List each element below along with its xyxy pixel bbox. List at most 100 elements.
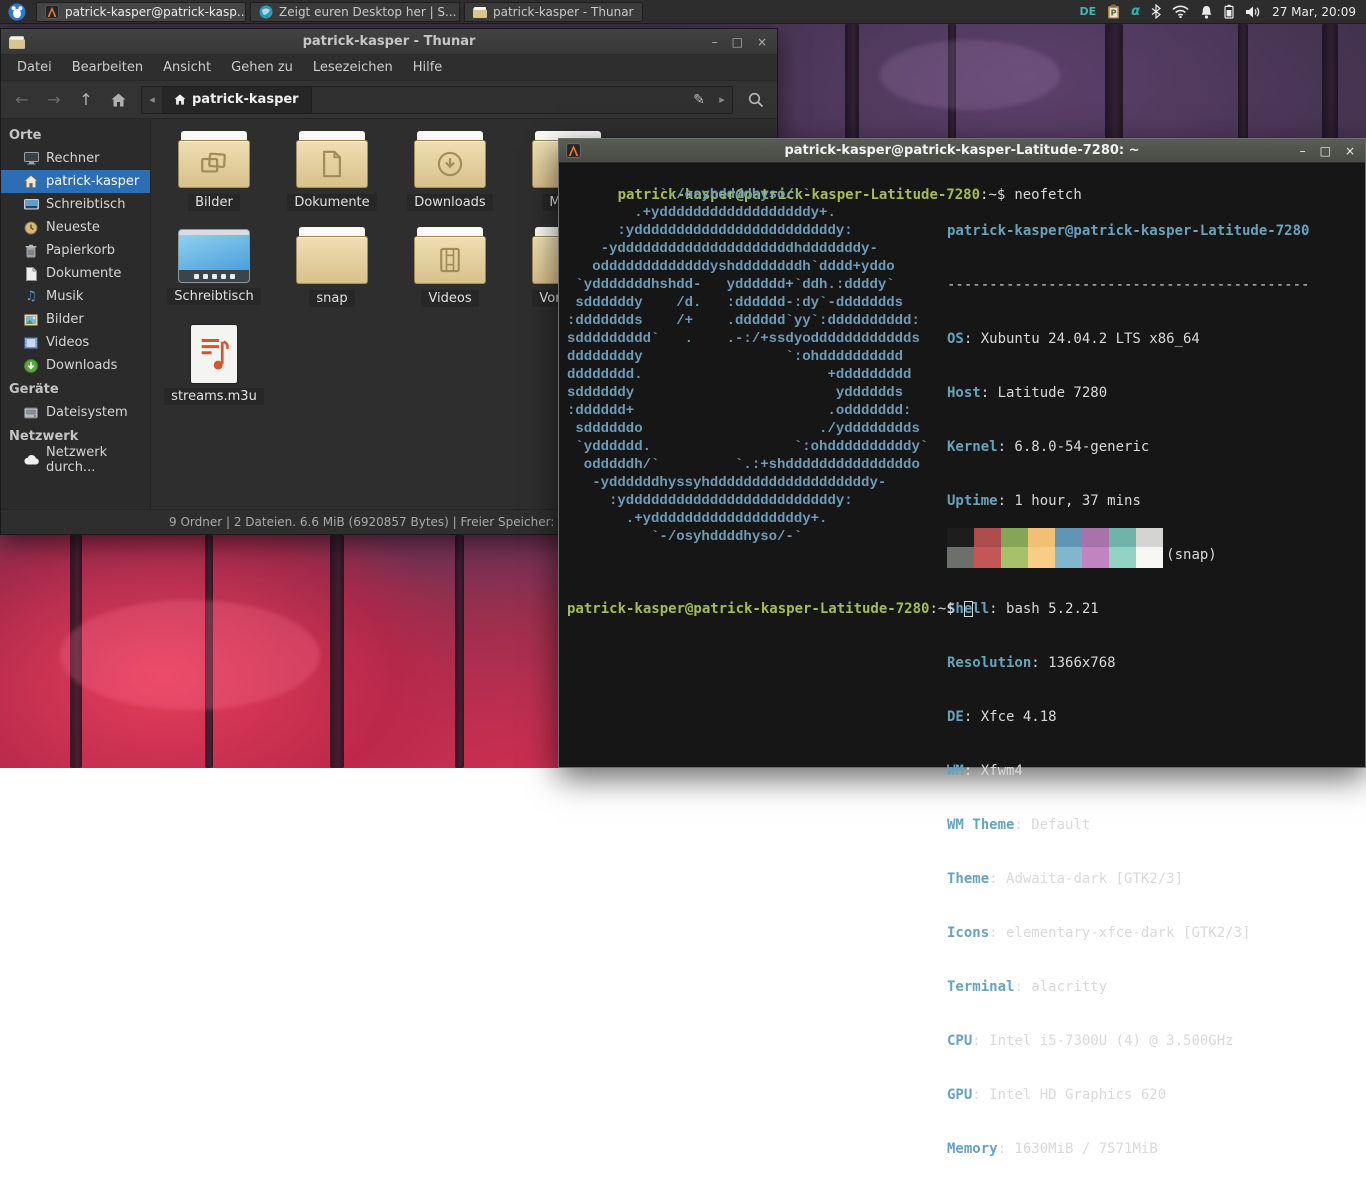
path-button-home[interactable]: patrick-kasper [162, 87, 312, 113]
folder-images-icon [177, 131, 251, 189]
prompt-suffix: :~$ [929, 600, 954, 618]
neofetch-info-row: Terminal: alacritty [947, 978, 1309, 996]
chevron-left-icon[interactable]: ◂ [142, 93, 162, 106]
file-label: Dokumente [287, 194, 376, 211]
sidebar-item-papierkorb[interactable]: Papierkorb [1, 239, 150, 262]
file-label: snap [309, 290, 354, 307]
file-item-dokumente[interactable]: Dokumente [273, 131, 391, 227]
maximize-icon[interactable]: □ [1320, 145, 1331, 157]
shell-prompt-line[interactable]: patrick-kasper@patrick-kasper-Latitude-7… [567, 600, 973, 618]
palette-color [1001, 547, 1028, 568]
sidebar-item-dokumente[interactable]: Dokumente [1, 262, 150, 285]
kdeconnect-icon[interactable]: α [1131, 4, 1140, 19]
terminal-cursor [964, 601, 973, 617]
menu-gehen-zu[interactable]: Gehen zu [221, 56, 303, 79]
thunar-titlebar[interactable]: patrick-kasper - Thunar – □ × [1, 29, 777, 55]
bluetooth-icon[interactable] [1151, 4, 1161, 19]
thunar-window-title: patrick-kasper - Thunar [1, 34, 777, 49]
palette-color [1136, 528, 1163, 547]
neofetch-info-row: WM Theme: Default [947, 816, 1309, 834]
wallpaper-tree [330, 535, 344, 768]
wallpaper-tree [1322, 24, 1338, 144]
minimize-icon[interactable]: – [1300, 145, 1306, 157]
keyboard-layout-indicator[interactable]: DE [1079, 5, 1096, 18]
menu-datei[interactable]: Datei [7, 56, 62, 79]
palette-color [1028, 547, 1055, 568]
taskbar-button-terminal[interactable]: patrick-kasper@patrick-kasp... [36, 2, 246, 22]
clipboard-manager-icon[interactable]: P [1107, 4, 1120, 19]
sidebar-item-neueste[interactable]: Neueste [1, 216, 150, 239]
forward-button[interactable]: → [39, 86, 69, 114]
neofetch-info-row: Shell: bash 5.2.21 [947, 600, 1309, 618]
panel-clock[interactable]: 27 Mar, 20:09 [1272, 5, 1356, 19]
taskbar-button-label: patrick-kasper - Thunar [493, 5, 634, 19]
taskbar-button-thunar[interactable]: patrick-kasper - Thunar [464, 2, 643, 22]
neofetch-info-row: Icons: elementary-xfce-dark [GTK2/3] [947, 924, 1309, 942]
terminal-titlebar[interactable]: patrick-kasper@patrick-kasper-Latitude-7… [559, 139, 1365, 163]
terminal-content[interactable]: patrick-kasper@patrick-kasper-Latitude-7… [559, 163, 1365, 767]
folder-documents-icon [295, 131, 369, 189]
sidebar-item-label: Netzwerk durch... [46, 445, 146, 475]
menu-ansicht[interactable]: Ansicht [153, 56, 221, 79]
maximize-icon[interactable]: □ [732, 36, 743, 48]
trash-icon [23, 243, 39, 259]
file-label: Downloads [407, 194, 492, 211]
sidebar-item-netzwerk[interactable]: Netzwerk durch... [1, 448, 150, 471]
sidebar-item-downloads[interactable]: Downloads [1, 354, 150, 377]
wallpaper-tree [1105, 24, 1123, 144]
folder-videos-icon [413, 227, 487, 285]
file-label: Bilder [188, 194, 240, 211]
edit-path-button[interactable]: ✎ [686, 92, 712, 108]
palette-row-normal [947, 528, 1163, 547]
back-arrow-icon: ← [15, 90, 28, 109]
download-icon [23, 358, 39, 374]
menu-lesezeichen[interactable]: Lesezeichen [303, 56, 403, 79]
neofetch-info-row: Uptime: 1 hour, 37 mins [947, 492, 1309, 510]
thunar-toolbar: ← → ↑ ◂ patrick-kasper ✎ ▸ [1, 81, 777, 119]
file-item-schreibtisch[interactable]: Schreibtisch [155, 227, 273, 323]
forward-arrow-icon: → [47, 90, 60, 109]
file-item-streams-m3u[interactable]: streams.m3u [155, 323, 273, 419]
terminal-window-title: patrick-kasper@patrick-kasper-Latitude-7… [559, 143, 1365, 158]
notification-bell-icon[interactable] [1200, 5, 1213, 19]
sidebar-item-rechner[interactable]: Rechner [1, 147, 150, 170]
applications-menu-button[interactable] [0, 0, 34, 24]
neofetch-info-block: patrick-kasper@patrick-kasper-Latitude-7… [947, 186, 1309, 1194]
back-button[interactable]: ← [7, 86, 37, 114]
file-item-snap[interactable]: snap [273, 227, 391, 323]
sidebar-item-schreibtisch[interactable]: Schreibtisch [1, 193, 150, 216]
document-icon [23, 266, 39, 282]
menu-bearbeiten[interactable]: Bearbeiten [62, 56, 153, 79]
image-icon [23, 312, 39, 328]
home-icon [174, 94, 186, 105]
home-button[interactable] [103, 86, 133, 114]
file-label: Schreibtisch [167, 288, 260, 305]
file-item-downloads[interactable]: Downloads [391, 131, 509, 227]
browser-icon [259, 5, 273, 19]
up-button[interactable]: ↑ [71, 86, 101, 114]
close-icon[interactable]: × [757, 36, 767, 48]
taskbar-button-browser[interactable]: Zeigt euren Desktop her | S... [250, 2, 460, 22]
music-note-icon: ♫ [23, 289, 39, 305]
chevron-right-icon[interactable]: ▸ [712, 93, 732, 106]
search-button[interactable] [741, 86, 771, 114]
wifi-icon[interactable] [1172, 5, 1189, 18]
sidebar-item-musik[interactable]: ♫ Musik [1, 285, 150, 308]
menu-hilfe[interactable]: Hilfe [403, 56, 453, 79]
sidebar-item-patrick-kasper[interactable]: patrick-kasper [1, 170, 150, 193]
folder-icon [9, 35, 25, 49]
file-label: streams.m3u [164, 388, 264, 405]
sidebar-item-videos[interactable]: Videos [1, 331, 150, 354]
path-bar: ◂ patrick-kasper ✎ ▸ [141, 86, 733, 114]
volume-icon[interactable] [1245, 5, 1261, 19]
sidebar-item-label: Videos [46, 335, 89, 350]
home-icon [111, 93, 126, 107]
minimize-icon[interactable]: – [712, 36, 718, 48]
battery-icon[interactable] [1224, 4, 1234, 19]
close-icon[interactable]: × [1345, 145, 1355, 157]
sidebar-item-bilder[interactable]: Bilder [1, 308, 150, 331]
sidebar-item-dateisystem[interactable]: Dateisystem [1, 401, 150, 424]
file-item-bilder[interactable]: Bilder [155, 131, 273, 227]
home-icon [23, 174, 39, 190]
file-item-videos[interactable]: Videos [391, 227, 509, 323]
